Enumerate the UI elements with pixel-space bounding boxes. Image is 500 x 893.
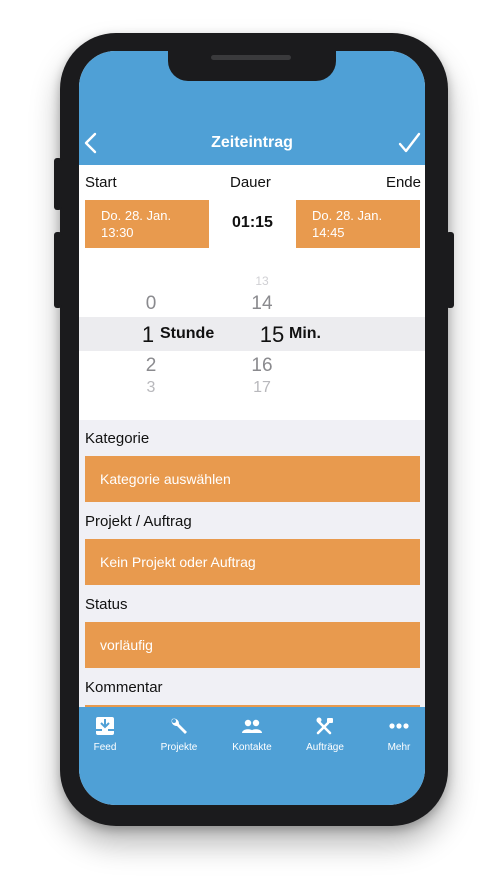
tab-mehr-label: Mehr bbox=[387, 742, 411, 753]
volume-button bbox=[54, 232, 62, 308]
duration-label: Dauer bbox=[230, 174, 271, 191]
minute-option[interactable]: 13 bbox=[242, 274, 282, 288]
page-title: Zeiteintrag bbox=[211, 134, 293, 151]
end-date: Do. 28. Jan. bbox=[312, 208, 383, 223]
minute-option[interactable]: 16 bbox=[242, 355, 282, 377]
start-label: Start bbox=[85, 174, 117, 191]
app-screen: Zeiteintrag Start Dauer Ende Do. 28. Jan… bbox=[79, 51, 425, 805]
hour-option[interactable]: 0 bbox=[131, 293, 171, 315]
minute-option[interactable]: 14 bbox=[242, 293, 282, 315]
duration-value: 01:15 bbox=[232, 214, 273, 231]
save-check-icon[interactable] bbox=[397, 131, 421, 155]
speaker-grille bbox=[211, 55, 291, 60]
status-select[interactable]: vorläufig bbox=[85, 622, 420, 668]
end-label: Ende bbox=[385, 174, 421, 191]
tab-feed[interactable]: Feed bbox=[79, 715, 135, 753]
wrench-icon bbox=[171, 718, 187, 734]
tab-projekte[interactable]: Projekte bbox=[149, 715, 209, 753]
duration-picker[interactable]: 0 1 Stunde 2 3 13 14 15 Min. 16 17 bbox=[79, 251, 425, 416]
time-section: Start Dauer Ende Do. 28. Jan. 13:30 01:1… bbox=[79, 165, 425, 420]
silent-switch bbox=[54, 158, 62, 210]
inbox-icon bbox=[96, 717, 114, 735]
end-time: 14:45 bbox=[312, 225, 345, 240]
projekt-select[interactable]: Kein Projekt oder Auftrag bbox=[85, 539, 420, 585]
minute-option[interactable]: 17 bbox=[242, 379, 282, 397]
tab-auftraege[interactable]: Aufträge bbox=[295, 715, 355, 753]
start-datetime-button[interactable]: Do. 28. Jan. 13:30 bbox=[85, 200, 209, 248]
power-button bbox=[446, 232, 454, 308]
kategorie-select[interactable]: Kategorie auswählen bbox=[85, 456, 420, 502]
kommentar-label: Kommentar bbox=[85, 679, 163, 696]
start-time: 13:30 bbox=[101, 225, 134, 240]
kategorie-label: Kategorie bbox=[85, 430, 150, 447]
hour-option[interactable]: 2 bbox=[131, 355, 171, 377]
hour-option[interactable]: 3 bbox=[131, 379, 171, 397]
tab-mehr[interactable]: Mehr bbox=[369, 715, 425, 753]
status-label: Status bbox=[85, 596, 128, 613]
tab-projekte-label: Projekte bbox=[160, 742, 198, 753]
tab-kontakte[interactable]: Kontakte bbox=[222, 715, 282, 753]
more-dots-icon bbox=[389, 723, 409, 729]
tab-kontakte-label: Kontakte bbox=[232, 742, 272, 753]
minute-unit-label: Min. bbox=[289, 325, 321, 342]
hour-unit-label: Stunde bbox=[160, 325, 215, 342]
tools-icon bbox=[316, 717, 333, 735]
start-date: Do. 28. Jan. bbox=[101, 208, 172, 223]
people-icon bbox=[242, 719, 262, 733]
tab-auftraege-label: Aufträge bbox=[306, 742, 344, 753]
projekt-label: Projekt / Auftrag bbox=[85, 513, 192, 530]
tab-feed-label: Feed bbox=[93, 742, 117, 753]
end-datetime-button[interactable]: Do. 28. Jan. 14:45 bbox=[296, 200, 420, 248]
minute-selected[interactable]: 15 bbox=[252, 322, 292, 348]
tab-bar: Feed Projekte Kontakte Aufträge Mehr bbox=[79, 707, 425, 805]
